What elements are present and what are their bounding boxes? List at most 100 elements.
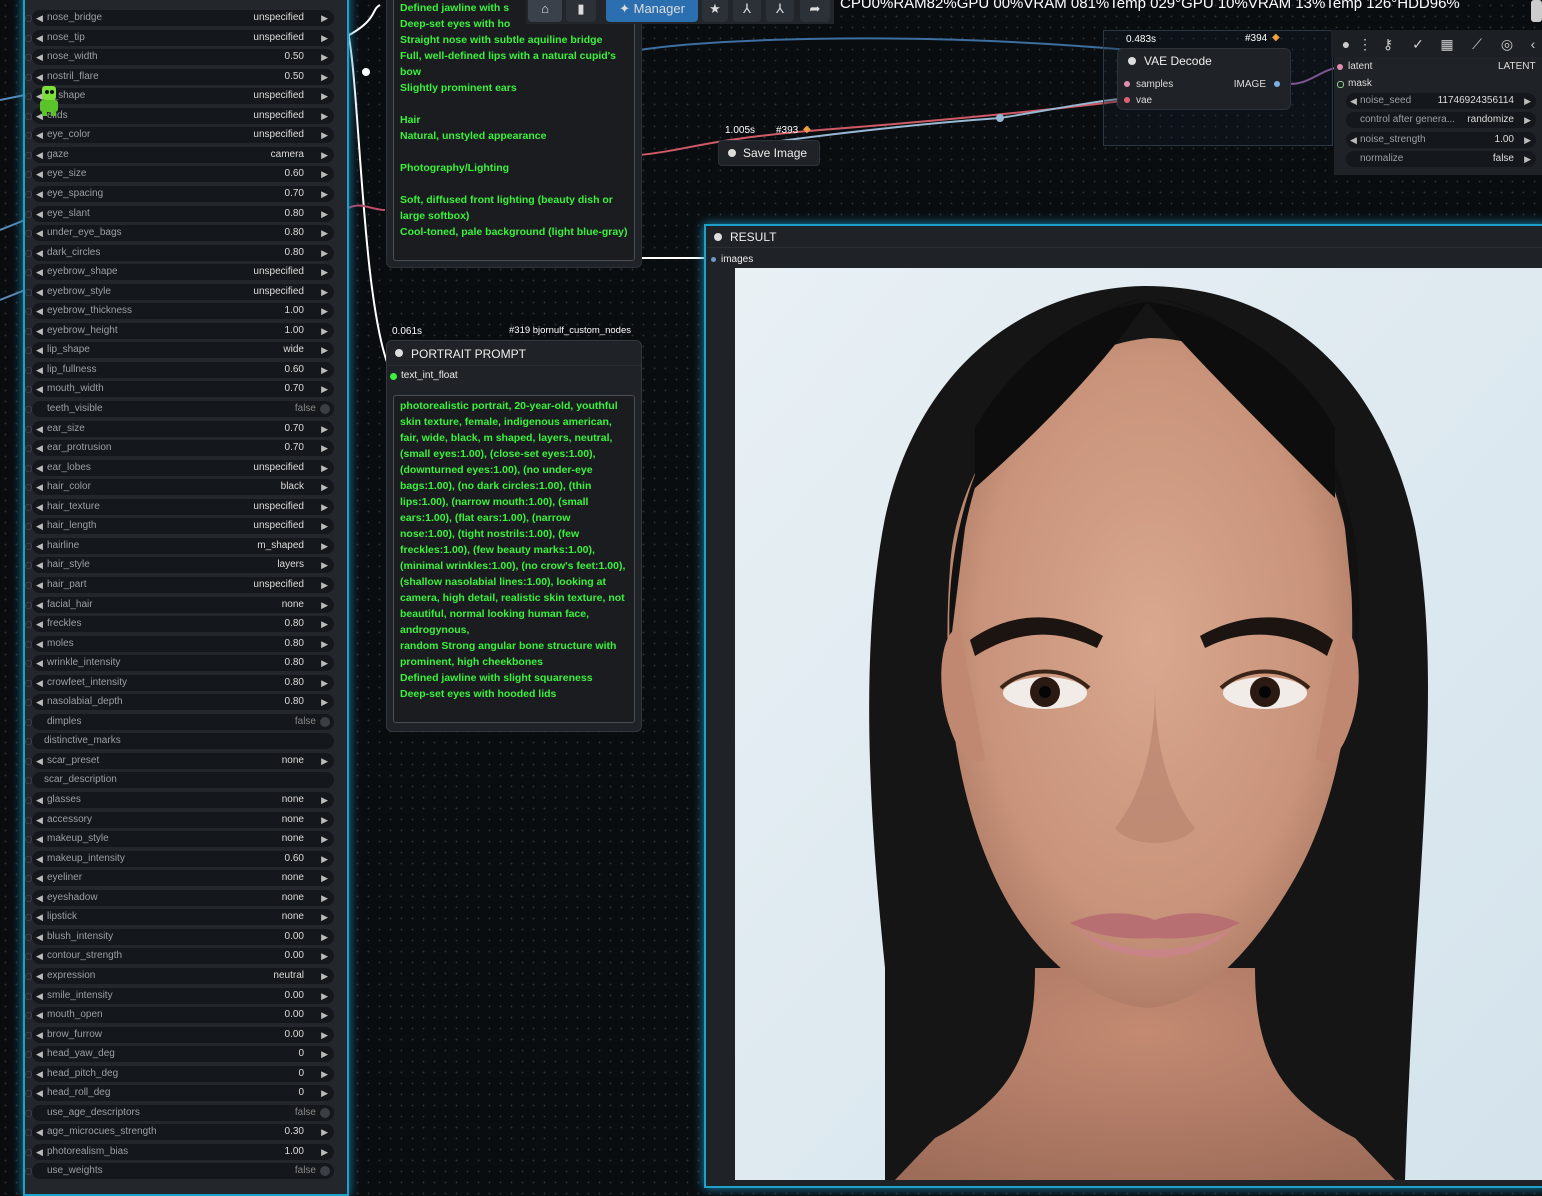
decrement-arrow-icon[interactable]: ◀ [36,323,43,339]
decrement-arrow-icon[interactable]: ◀ [36,479,43,495]
image-out-dot[interactable] [1274,81,1280,87]
input-slot-dot[interactable] [25,1148,32,1156]
decrement-arrow-icon[interactable]: ◀ [36,557,43,573]
param-use-age-descriptors[interactable]: use_age_descriptors false [25,1104,334,1121]
param-eye-slant[interactable]: ◀ eye_slant 0.80 ▶ [25,205,334,222]
input-slot-dot[interactable] [25,190,32,198]
increment-arrow-icon[interactable]: ▶ [321,890,328,906]
mask-slot-dot[interactable] [1337,81,1344,88]
decrement-arrow-icon[interactable]: ◀ [36,694,43,710]
decrement-arrow-icon[interactable]: ◀ [36,929,43,945]
param-hair-texture[interactable]: ◀ hair_texture unspecified ▶ [25,498,334,515]
decrement-arrow-icon[interactable]: ◀ [36,870,43,886]
param-dark-circles[interactable]: ◀ dark_circles 0.80 ▶ [25,244,334,261]
increment-arrow-icon[interactable]: ▶ [321,597,328,613]
param-under-eye-bags[interactable]: ◀ under_eye_bags 0.80 ▶ [25,225,334,242]
decrement-arrow-icon[interactable]: ◀ [36,225,43,241]
input-slot-dot[interactable] [25,581,32,589]
increment-arrow-icon[interactable]: ▶ [321,557,328,573]
input-slot-dot[interactable] [25,1070,32,1078]
decrement-arrow-icon[interactable]: ◀ [36,988,43,1004]
param-e-shape[interactable]: ◀ e_shape unspecified ▶ [25,88,334,105]
param-hair-color[interactable]: ◀ hair_color black ▶ [25,479,334,496]
input-slot-dot[interactable] [25,484,32,492]
toggle-switch[interactable] [320,404,330,414]
param-nasolabial-depth[interactable]: ◀ nasolabial_depth 0.80 ▶ [25,694,334,711]
param-eyebrow-thickness[interactable]: ◀ eyebrow_thickness 1.00 ▶ [25,303,334,320]
decrement-arrow-icon[interactable]: ◀ [36,1007,43,1023]
translate-alt-icon-button[interactable]: ⅄ [766,0,794,22]
chart-icon[interactable]: ⟋ [1464,33,1490,55]
toggle-switch[interactable] [320,1107,330,1118]
noise-strength-widget[interactable]: ◀ noise_strength 1.00 ▶ [1346,132,1536,148]
increment-arrow-icon[interactable]: ▶ [321,851,328,867]
decrement-arrow-icon[interactable]: ◀ [36,206,43,222]
decrement-arrow-icon[interactable]: ◀ [36,303,43,319]
increment-arrow-icon[interactable]: ▶ [321,831,328,847]
param-ear-protrusion[interactable]: ◀ ear_protrusion 0.70 ▶ [25,440,334,457]
param-head-roll-deg[interactable]: ◀ head_roll_deg 0 ▶ [25,1085,334,1102]
increment-arrow-icon[interactable]: ▶ [321,675,328,691]
param-hairline[interactable]: ◀ hairline m_shaped ▶ [25,537,334,554]
decrement-arrow-icon[interactable]: ◀ [36,186,43,202]
github-icon[interactable]: ◎ [1494,33,1520,55]
input-slot-dot[interactable] [25,875,32,883]
input-slot-dot[interactable] [25,230,32,238]
param-eyebrow-height[interactable]: ◀ eyebrow_height 1.00 ▶ [25,322,334,339]
input-slot-dot[interactable] [25,972,32,980]
input-slot-dot[interactable] [25,1031,32,1039]
output-slot-dot[interactable] [390,373,397,380]
input-slot-dot[interactable] [25,640,32,648]
input-slot-dot[interactable] [25,308,32,316]
increment-arrow-icon[interactable]: ▶ [321,616,328,632]
increment-arrow-icon[interactable]: ▶ [321,342,328,358]
input-slot-dot[interactable] [25,425,32,433]
increment-arrow-icon[interactable]: ▶ [321,1144,328,1160]
decrement-arrow-icon[interactable]: ◀ [36,655,43,671]
vae-decode-node[interactable]: VAE Decode samples vae IMAGE [1117,48,1291,110]
param-eyeliner[interactable]: ◀ eyeliner none ▶ [25,870,334,887]
param-freckles[interactable]: ◀ freckles 0.80 ▶ [25,616,334,633]
input-slot-dot[interactable] [25,797,32,804]
decrement-arrow-icon[interactable]: ◀ [36,675,43,691]
param-scar-description[interactable]: scar_description [25,772,334,789]
increment-arrow-icon[interactable]: ▶ [321,30,328,46]
input-slot-dot[interactable] [25,347,32,355]
input-slot-dot[interactable] [25,933,32,941]
increment-arrow-icon[interactable]: ▶ [321,147,328,163]
param-nose-width[interactable]: ◀ nose_width 0.50 ▶ [25,49,334,66]
decrement-arrow-icon[interactable]: ◀ [36,1027,43,1043]
increment-arrow-icon[interactable]: ▶ [321,381,328,397]
param-lipstick[interactable]: ◀ lipstick none ▶ [25,909,334,926]
param-mouth-open[interactable]: ◀ mouth_open 0.00 ▶ [25,1007,334,1024]
param-use-weights[interactable]: use_weights false [25,1163,334,1180]
decrement-arrow-icon[interactable]: ◀ [36,10,43,26]
increment-arrow-icon[interactable]: ▶ [321,479,328,495]
input-slot-dot[interactable] [25,523,32,531]
input-slot-dot[interactable] [25,151,32,159]
param-eyebrow-shape[interactable]: ◀ eyebrow_shape unspecified ▶ [25,264,334,281]
input-slot-dot[interactable] [25,132,32,140]
input-slot-dot[interactable] [25,406,32,413]
decrement-arrow-icon[interactable]: ◀ [36,1046,43,1062]
layout-icon[interactable]: ▦ [1434,33,1460,55]
input-slot-dot[interactable] [25,1051,32,1059]
decrement-arrow-icon[interactable]: ◀ [36,245,43,261]
increment-arrow-icon[interactable]: ▶ [321,577,328,593]
param-nose-bridge[interactable]: ◀ nose_bridge unspecified ▶ [25,10,334,26]
key-icon[interactable]: ⚷ [1375,33,1401,55]
increment-arrow-icon[interactable]: ▶ [321,948,328,964]
manager-button[interactable]: ✦ Manager [606,0,698,22]
input-slot-dot[interactable] [25,836,32,844]
input-slot-dot[interactable] [25,464,32,472]
input-slot-dot[interactable] [25,73,32,81]
increment-arrow-icon[interactable]: ▶ [321,206,328,222]
increment-arrow-icon[interactable]: ▶ [321,1085,328,1101]
param-nose-tip[interactable]: ◀ nose_tip unspecified ▶ [25,29,334,46]
param-facial-hair[interactable]: ◀ facial_hair none ▶ [25,596,334,613]
param-blush-intensity[interactable]: ◀ blush_intensity 0.00 ▶ [25,928,334,945]
increment-arrow-icon[interactable]: ▶ [321,636,328,652]
param-wrinkle-intensity[interactable]: ◀ wrinkle_intensity 0.80 ▶ [25,655,334,672]
input-slot-dot[interactable] [25,542,32,550]
param-head-yaw-deg[interactable]: ◀ head_yaw_deg 0 ▶ [25,1046,334,1063]
